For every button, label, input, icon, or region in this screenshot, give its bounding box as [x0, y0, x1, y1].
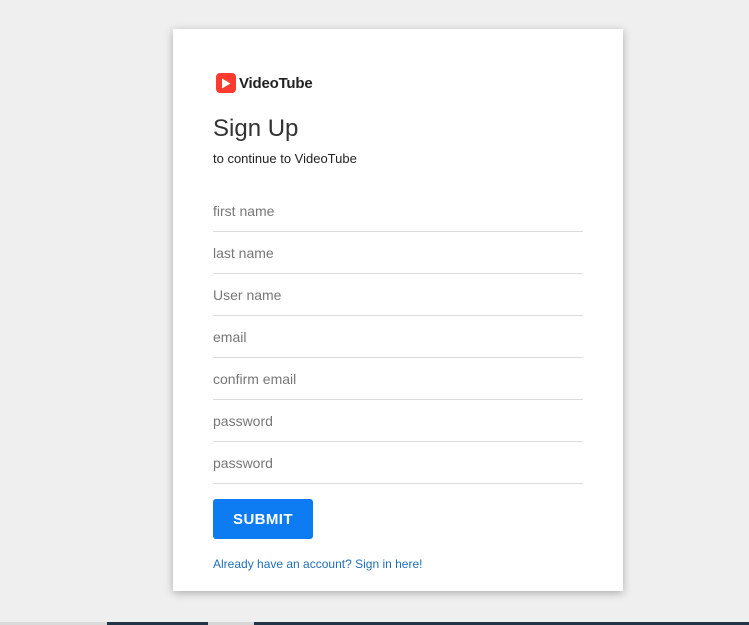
confirm-password-field[interactable]	[213, 454, 583, 471]
play-icon	[216, 73, 236, 93]
username-field[interactable]	[213, 286, 583, 303]
signup-form	[213, 190, 583, 484]
last-name-row	[213, 232, 583, 274]
first-name-field[interactable]	[213, 202, 583, 219]
email-row	[213, 316, 583, 358]
signin-link[interactable]: Already have an account? Sign in here!	[213, 557, 422, 571]
brand-logo[interactable]: VideoTube	[216, 72, 313, 94]
confirm-password-row	[213, 442, 583, 484]
confirm-email-row	[213, 358, 583, 400]
page-subtitle: to continue to VideoTube	[213, 151, 357, 166]
first-name-row	[213, 190, 583, 232]
signup-card: VideoTube Sign Up to continue to VideoTu…	[173, 29, 623, 591]
confirm-email-field[interactable]	[213, 370, 583, 387]
password-field[interactable]	[213, 412, 583, 429]
last-name-field[interactable]	[213, 244, 583, 261]
page-title: Sign Up	[213, 115, 299, 142]
password-row	[213, 400, 583, 442]
username-row	[213, 274, 583, 316]
brand-name: VideoTube	[239, 74, 313, 92]
email-field[interactable]	[213, 328, 583, 345]
submit-button[interactable]: SUBMIT	[213, 499, 313, 539]
